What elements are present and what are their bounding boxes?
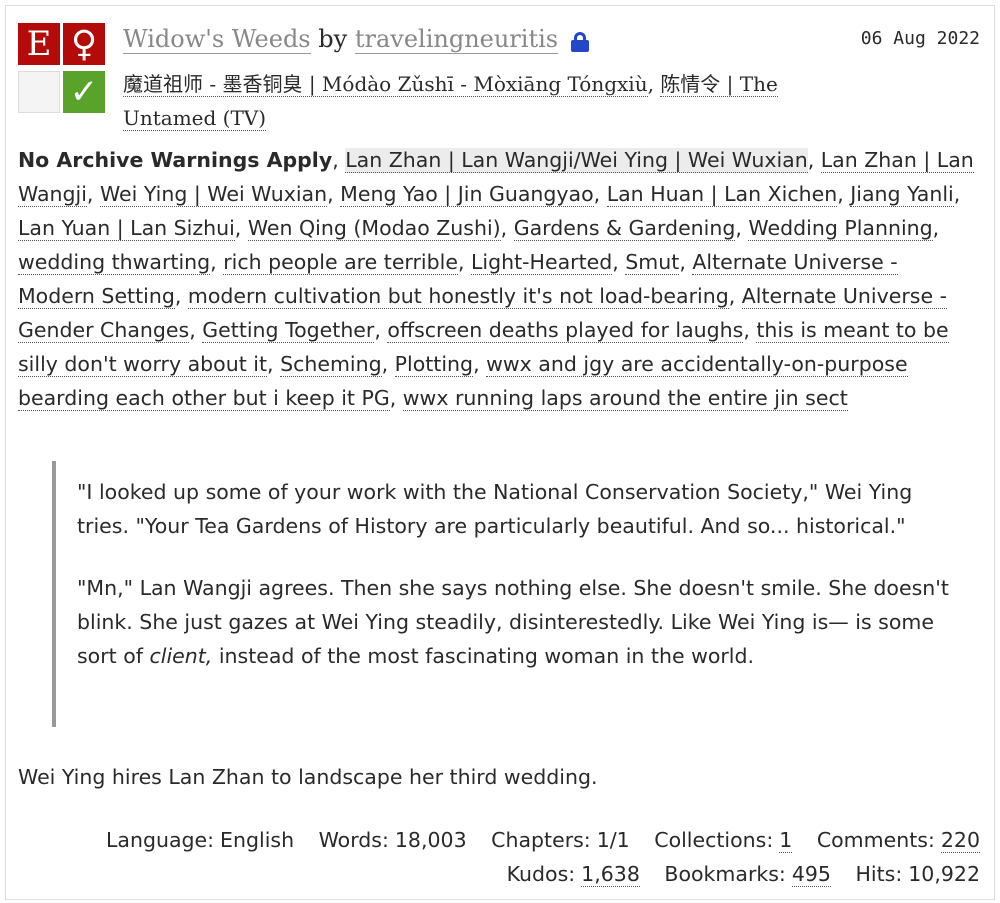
freeform-tag[interactable]: Light-Hearted [471,250,613,275]
relationship-tag[interactable]: Lan Zhan | Lan Wangji/Wei Ying | Wei Wux… [345,148,808,173]
work-stats: Language: English Words: 18,003 Chapters: 1… [60,823,980,891]
bookmarks-label: Bookmarks: [664,862,786,886]
freeform-tag[interactable]: Wen Qing (Modao Zushi) [247,216,501,241]
fandom-link[interactable]: 魔道祖师 - 墨香铜臭 | Mó​dào Zǔ​shī - Mòxiāng Tó… [123,72,648,97]
warning-tag[interactable]: No Archive Warnings Apply [18,148,332,172]
freeform-tag[interactable]: Getting Together [202,318,375,343]
freeform-tag[interactable]: Smut [625,250,680,275]
language-value: English [220,828,295,852]
freeform-tag[interactable]: rich people are terrible [223,250,458,275]
by-label: by [318,25,348,53]
kudos-label: Kudos: [506,862,576,886]
freeform-tag[interactable]: Wei Ying | Wei Wuxian [99,182,328,207]
collections-label: Collections: [654,828,774,852]
freeform-tag[interactable]: wedding thwarting [18,250,211,275]
hits-label: Hits: [855,862,903,886]
freeform-tag[interactable]: wwx running laps around the entire jin s… [402,386,848,411]
warnings-none-icon[interactable] [18,71,60,113]
rating-explicit-icon[interactable]: E [18,23,60,65]
work-title-link[interactable]: Widow's Weeds [123,25,311,54]
hits-value: 10,922 [908,862,980,886]
fandom-list: 魔道祖师 - 墨香铜臭 | Mó​dào Zǔ​shī - Mòxiāng Tó… [123,72,778,131]
tag-list: No Archive Warnings Apply, Lan Zhan | La… [18,148,974,411]
summary-paragraph: "Mn," Lan Wangji agrees. Then she says n… [77,576,949,668]
freeform-tag[interactable]: Wedding Planning [748,216,933,241]
summary-excerpt: Wei Ying hires Lan Zhan to landscape her… [18,765,598,789]
freeform-tag[interactable]: offscreen deaths played for laughs [387,318,744,343]
summary-blockquote: "I looked up some of your work with the … [52,461,962,727]
publish-date: 06 Aug 2022 [860,28,980,49]
author-link[interactable]: travelingneuritis [354,25,559,54]
category-female-icon[interactable]: ♀ [63,23,105,65]
work-heading: Widow's Weeds by travelingneuritis [123,22,823,56]
words-label: Words: [318,828,389,852]
bookmarks-link[interactable]: 495 [791,862,831,887]
summary-paragraph: "I looked up some of your work with the … [77,480,913,538]
freeform-tag[interactable]: Gardens & Gardening [513,216,736,241]
language-label: Language: [105,828,215,852]
required-tags: E ♀ ✓ [18,23,110,115]
freeform-tag[interactable]: Plotting [394,352,474,377]
comments-link[interactable]: 220 [940,828,980,853]
freeform-tag[interactable]: Lan Yuan | Lan Sizhui [18,216,235,241]
comments-label: Comments: [816,828,935,852]
freeform-tag[interactable]: Meng Yao | Jin Guangyao [340,182,594,207]
freeform-tag[interactable]: Scheming [280,352,382,377]
freeform-tag[interactable]: modern cultivation but honestly it's not… [187,284,729,309]
chapters-value: 1/1 [596,828,630,852]
words-value: 18,003 [394,828,467,852]
freeform-tag[interactable]: Lan Huan | Lan Xichen [606,182,838,207]
kudos-link[interactable]: 1,638 [581,862,640,887]
complete-check-icon[interactable]: ✓ [63,71,105,113]
collections-link[interactable]: 1 [779,828,793,853]
lock-icon [570,29,590,53]
freeform-tag[interactable]: Jiang Yanli [850,182,954,207]
chapters-label: Chapters: [491,828,591,852]
